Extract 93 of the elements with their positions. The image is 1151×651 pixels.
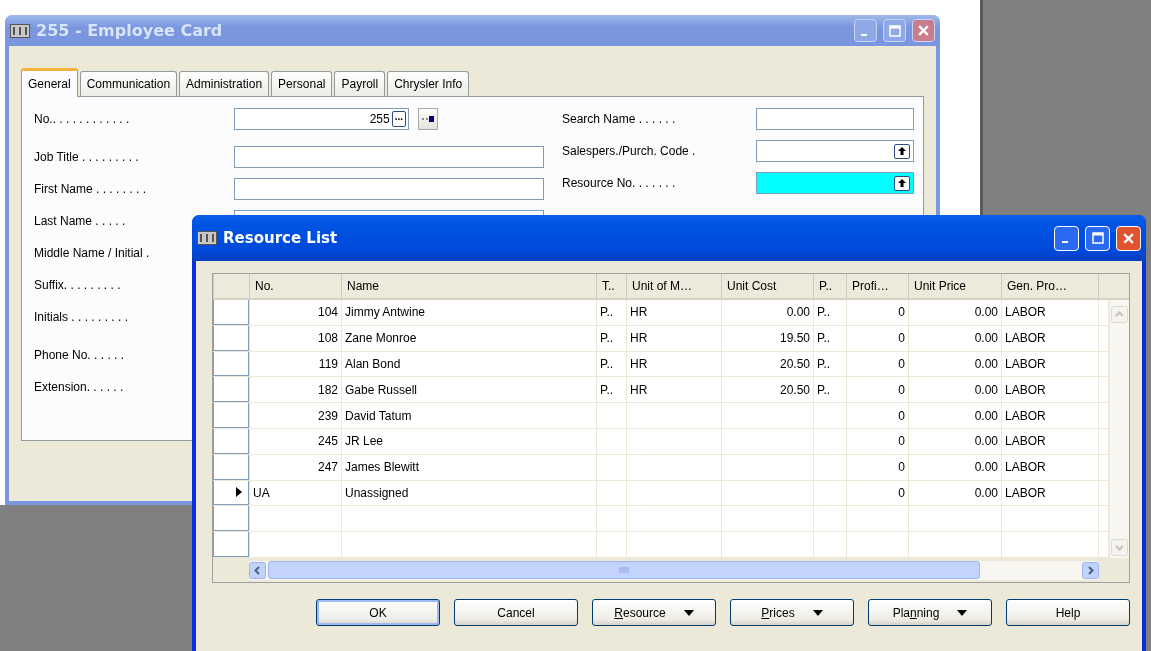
table-cell: Gabe Russell [345,382,418,397]
table-cell: Jimmy Antwine [345,305,426,320]
table-cell: 0 [898,460,905,475]
table-cell: 20.50 [779,357,810,371]
column-header[interactable]: Unit Cost [721,274,813,298]
table-cell: 0 [898,305,905,320]
tab[interactable]: Payroll [334,71,386,96]
table-cell: 19.50 [779,331,810,346]
push-button[interactable]: Resource [592,599,716,626]
input-field[interactable]: 255 ... [234,108,409,130]
table-cell: 0.00 [974,331,998,346]
tab[interactable]: General [21,68,78,97]
table-cell: 0 [898,408,905,423]
table-cell: 0.00 [974,305,998,320]
table-cell: 182 [317,382,338,397]
field-label: Phone No. . . . . . [34,348,126,362]
field-label: Initials . . . . . . . . . [34,310,130,324]
table-cell: 104 [317,305,338,320]
column-header[interactable]: P.. [813,274,846,298]
table-cell: 0.00 [974,408,998,423]
field-label: Search Name . . . . . . [562,112,677,126]
table-cell: UA [253,485,270,500]
table-cell: 0 [898,382,905,397]
table-cell: 239 [317,408,338,423]
table-cell: P.. [600,331,614,346]
table-cell: P.. [600,382,614,397]
table-cell: 0.00 [786,305,810,320]
table-cell: HR [630,305,648,320]
table-cell: 0 [898,331,905,346]
table-cell: 0.00 [974,460,998,475]
field-label: Job Title . . . . . . . . . [34,150,140,164]
table-cell: 108 [317,331,338,346]
table-cell: 0.00 [974,485,998,500]
table-cell: 20.50 [779,382,810,397]
table-cell: LABOR [1005,305,1046,320]
table-cell: P.. [817,382,831,397]
tab[interactable]: Communication [79,71,178,96]
table-cell: HR [630,357,648,371]
tab[interactable]: Personal [271,71,333,96]
table-cell: 0.00 [974,434,998,449]
tab[interactable]: Chrysler Info [387,71,470,96]
field-label: Middle Name / Initial . [34,246,151,260]
column-header[interactable]: T.. [596,274,626,298]
window-title: Resource List [223,229,338,247]
push-button[interactable]: Help [1006,599,1130,626]
table-cell: LABOR [1005,485,1046,500]
table-cell: JR Lee [345,434,384,449]
field-label: Extension. . . . . . [34,380,125,394]
column-header[interactable]: No. [249,274,341,298]
table-cell: LABOR [1005,357,1046,371]
field-label: Suffix. . . . . . . . . [34,278,122,292]
table-cell: James Blewitt [345,460,420,475]
table-cell: LABOR [1005,460,1046,475]
column-header[interactable]: Unit of M… [626,274,721,298]
field-label: First Name . . . . . . . . [34,182,147,196]
table-cell: 119 [318,357,338,371]
column-header[interactable]: Unit Price [908,274,1001,298]
table-cell: LABOR [1005,382,1046,397]
field-label: Last Name . . . . . [34,214,127,228]
table-cell: 247 [317,460,338,475]
push-button[interactable]: Prices [730,599,854,626]
table-cell: P.. [600,357,614,371]
table-cell: Unassigned [345,485,409,500]
column-header[interactable]: Profi… [846,274,908,298]
table-cell: 245 [317,434,338,449]
table-cell: LABOR [1005,434,1046,449]
table-cell: HR [630,382,648,397]
table-cell: P.. [817,357,831,371]
window-title: 255 - Employee Card [36,21,223,40]
table-cell: 0 [898,485,905,500]
field-label: No.. . . . . . . . . . . . [34,112,131,126]
table-cell: 0 [898,434,905,449]
assist-button[interactable]: ... [391,111,406,127]
field-label: Resource No. . . . . . . [562,176,677,190]
table-cell: HR [630,331,648,346]
tab[interactable]: Administration [179,71,270,96]
table-cell: P.. [817,305,831,320]
table-cell: David Tatum [345,408,412,423]
table-cell: LABOR [1005,408,1046,423]
table-cell: 0.00 [974,357,998,371]
table-cell: LABOR [1005,331,1046,346]
push-button[interactable]: Planning [868,599,992,626]
column-header[interactable]: Name [341,274,596,298]
push-button[interactable]: OK [316,599,440,626]
table-cell: Zane Monroe [345,331,417,346]
table-cell: P.. [817,331,831,346]
field-label: Salespers./Purch. Code . [562,144,697,158]
push-button[interactable]: Cancel [454,599,578,626]
table-cell: 0.00 [974,382,998,397]
table-cell: Alan Bond [345,357,401,371]
table-cell: P.. [600,305,614,320]
table-cell: 0 [898,357,905,371]
column-header[interactable]: Gen. Pro… [1001,274,1098,298]
